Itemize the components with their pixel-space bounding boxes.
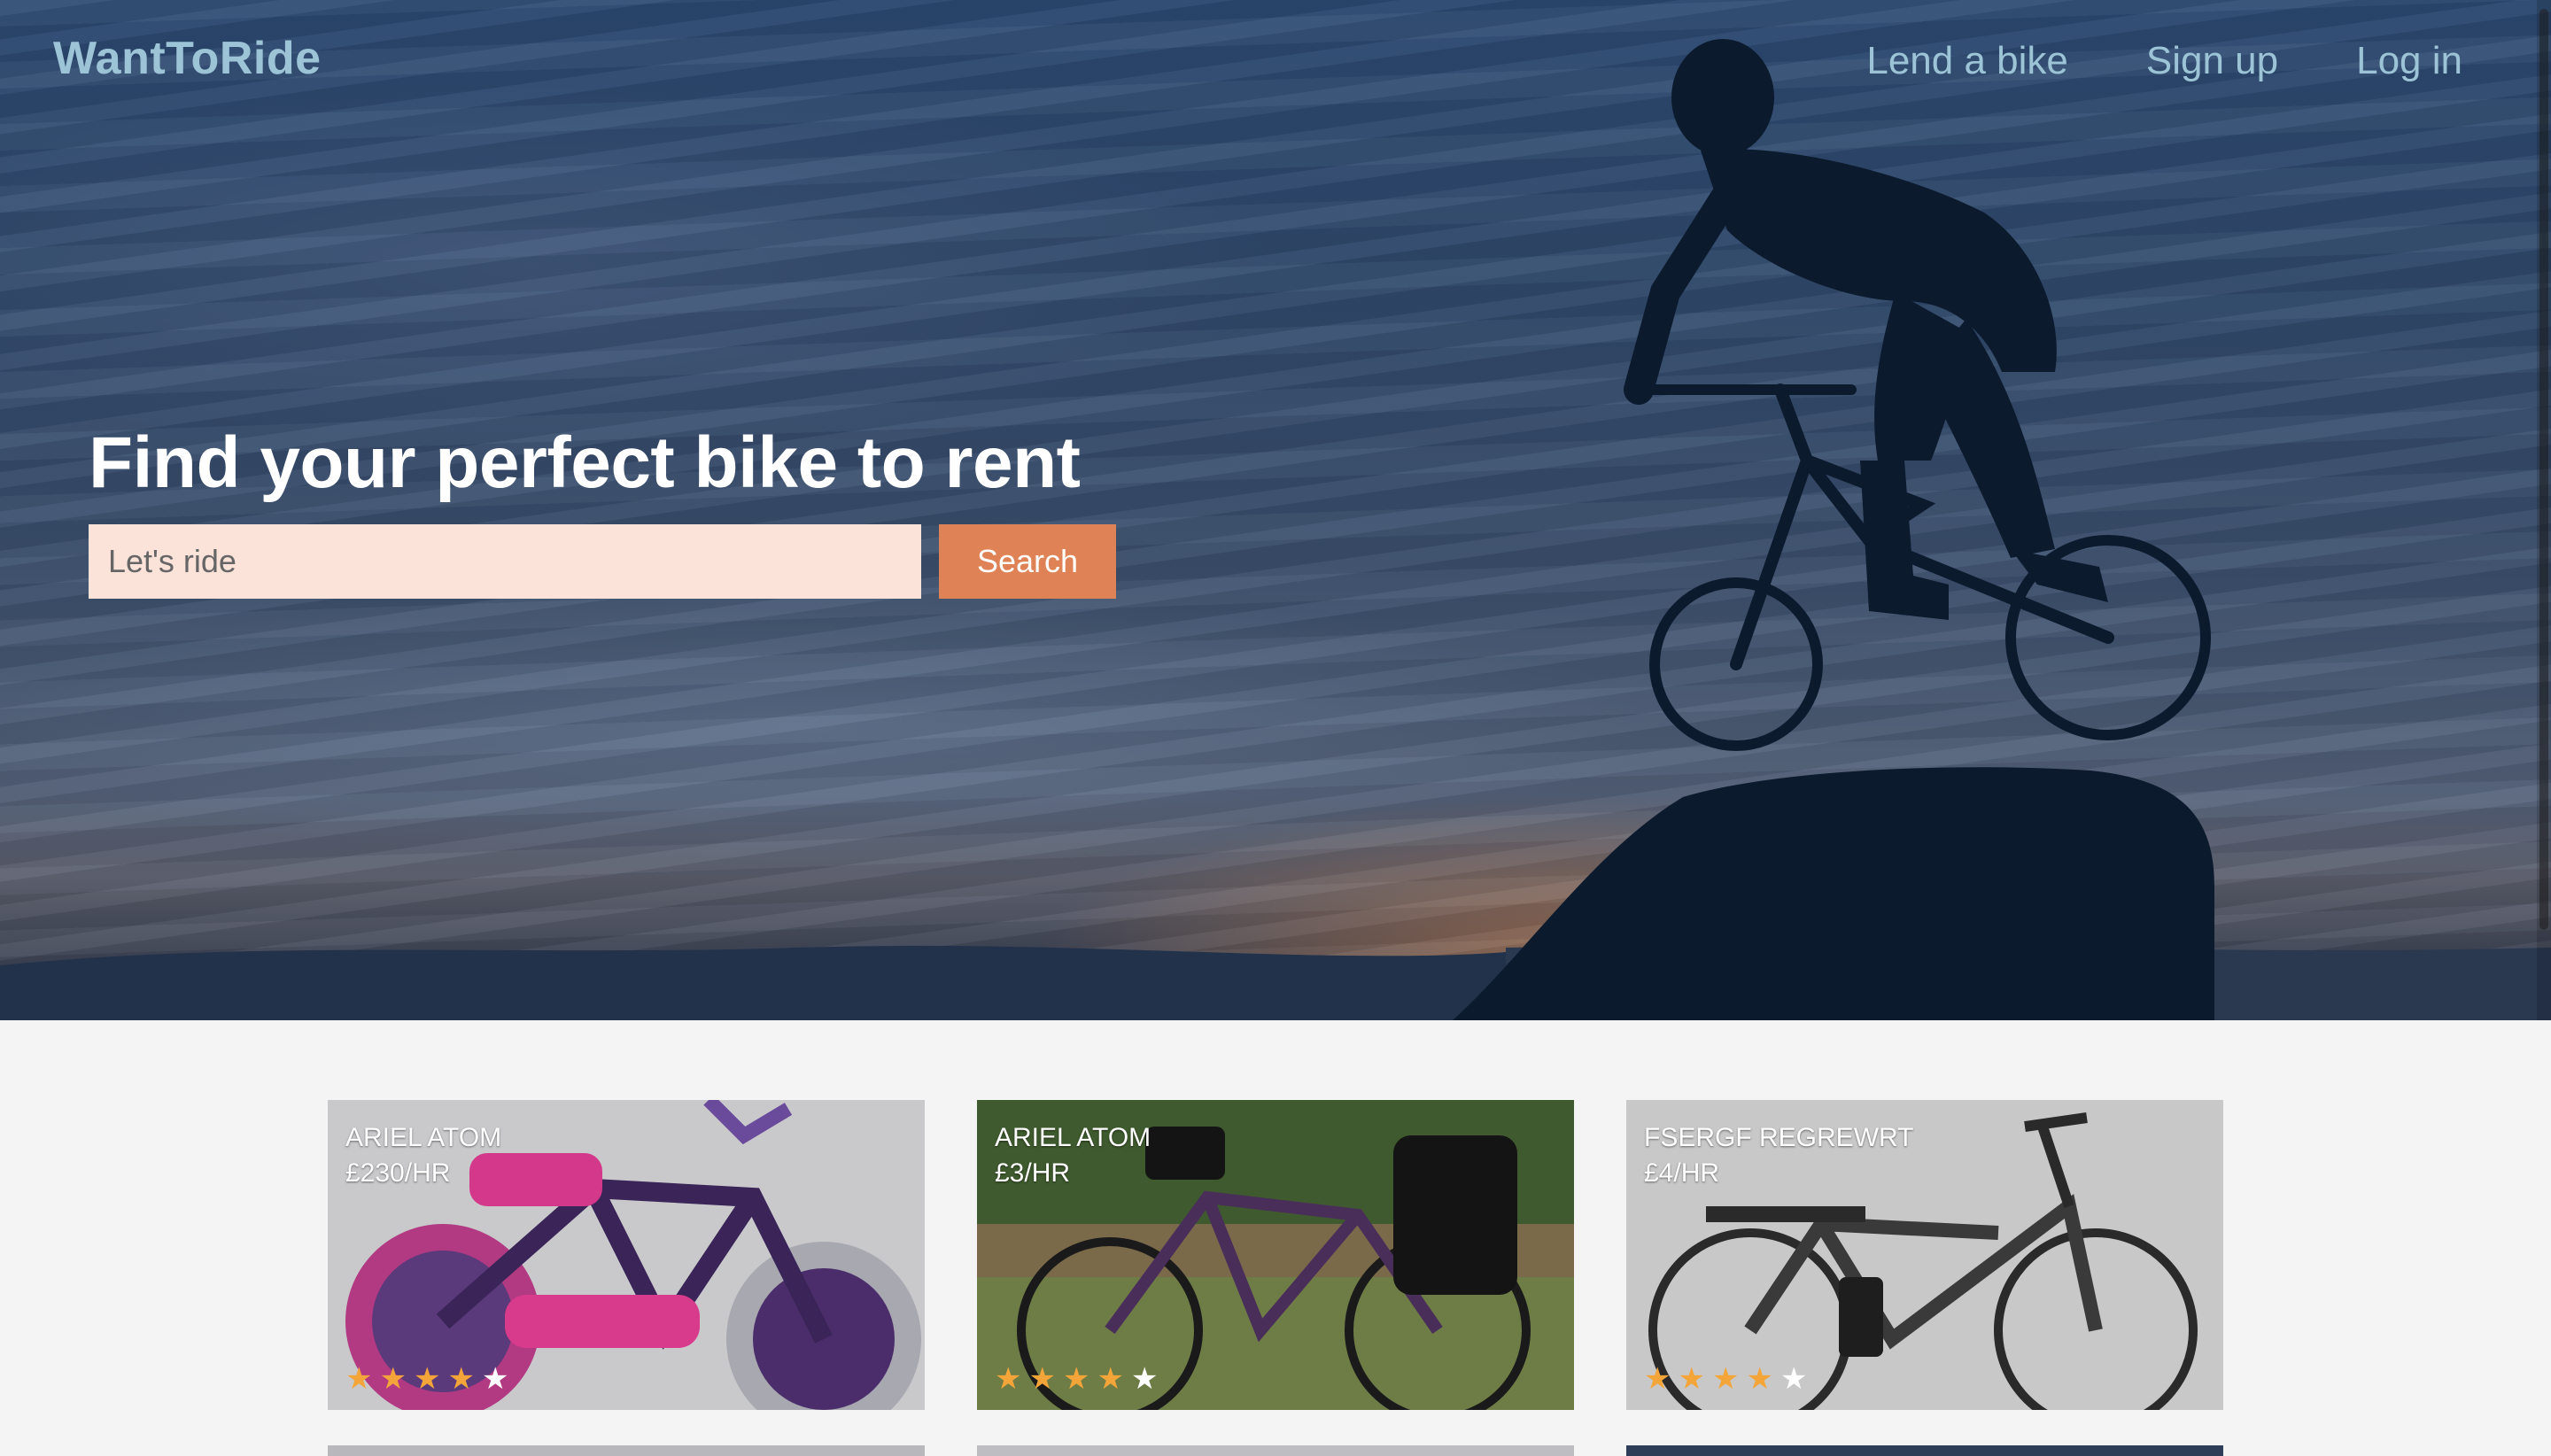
star-icon: ★ xyxy=(1644,1362,1671,1396)
listing-title: Ariel Atom xyxy=(995,1123,1151,1152)
listing-card-partial[interactable] xyxy=(1626,1445,2223,1456)
nav-lend-a-bike[interactable]: Lend a bike xyxy=(1866,39,2068,83)
top-nav: Lend a bike Sign up Log in xyxy=(1866,39,2462,83)
star-icon: ★ xyxy=(481,1362,509,1396)
listing-title: FSERGF REGREWRT xyxy=(1644,1123,1914,1152)
hero-illustration xyxy=(0,39,2551,1020)
star-icon: ★ xyxy=(447,1362,475,1396)
star-icon: ★ xyxy=(1130,1362,1159,1396)
rating-stars: ★ ★ ★ ★ ★ xyxy=(1644,1364,1807,1394)
search-button[interactable]: Search xyxy=(939,524,1116,599)
star-icon: ★ xyxy=(1062,1362,1090,1396)
listing-card-partial[interactable] xyxy=(977,1445,1574,1456)
star-icon: ★ xyxy=(1678,1362,1705,1396)
star-icon: ★ xyxy=(1779,1362,1808,1396)
star-icon: ★ xyxy=(379,1362,407,1396)
star-icon: ★ xyxy=(1097,1362,1124,1396)
nav-log-in[interactable]: Log in xyxy=(2356,39,2462,83)
search-input[interactable] xyxy=(89,524,921,599)
star-icon: ★ xyxy=(1028,1362,1056,1396)
listing-title: Ariel Atom xyxy=(345,1123,502,1152)
listing-card[interactable]: Ariel Atom £230/HR ★ ★ ★ ★ ★ xyxy=(328,1100,925,1410)
listing-card[interactable]: Ariel Atom £3/HR ★ ★ ★ ★ ★ xyxy=(977,1100,1574,1410)
scroll-thumb[interactable] xyxy=(2539,9,2548,930)
scrollbar[interactable] xyxy=(2537,0,2551,1020)
star-icon: ★ xyxy=(413,1362,441,1396)
listing-card[interactable]: FSERGF REGREWRT £4/HR ★ ★ ★ ★ ★ xyxy=(1626,1100,2223,1410)
nav-sign-up[interactable]: Sign up xyxy=(2146,39,2278,83)
star-icon: ★ xyxy=(1711,1362,1740,1396)
listing-card-partial[interactable] xyxy=(328,1445,925,1456)
listing-price: £4/HR xyxy=(1644,1158,1720,1188)
listing-price: £230/HR xyxy=(345,1158,451,1188)
star-icon: ★ xyxy=(1746,1362,1773,1396)
star-icon: ★ xyxy=(995,1362,1022,1396)
listing-price: £3/HR xyxy=(995,1158,1071,1188)
rating-stars: ★ ★ ★ ★ ★ xyxy=(345,1364,508,1394)
rating-stars: ★ ★ ★ ★ ★ xyxy=(995,1364,1158,1394)
star-icon: ★ xyxy=(345,1362,373,1396)
brand-logo[interactable]: WantToRide xyxy=(53,32,322,85)
hero-banner: WantToRide Lend a bike Sign up Log in Fi… xyxy=(0,0,2551,1020)
hero-headline: Find your perfect bike to rent xyxy=(89,422,1081,503)
